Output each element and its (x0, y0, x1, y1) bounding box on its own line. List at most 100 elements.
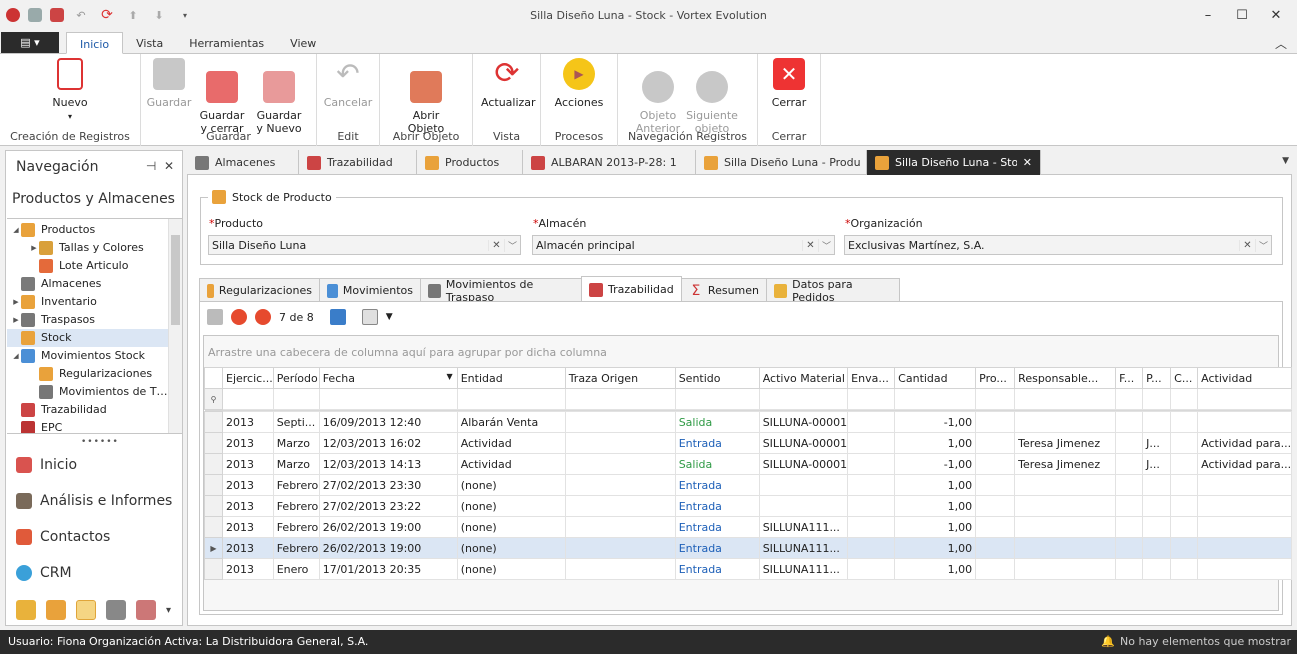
table-cell[interactable] (1014, 537, 1117, 559)
column-header[interactable]: Responsable... (1014, 367, 1117, 389)
table-cell[interactable] (1014, 495, 1117, 517)
table-cell[interactable]: 1,00 (894, 537, 977, 559)
bell-icon[interactable]: 🔔 (1101, 630, 1115, 654)
table-cell[interactable]: SILLUNA111... (758, 516, 849, 538)
column-header[interactable]: Traza Origen (564, 367, 676, 389)
table-cell[interactable]: Teresa Jimenez (1014, 453, 1117, 475)
row-indicator[interactable] (204, 474, 223, 496)
table-cell[interactable] (564, 411, 676, 433)
tree-scrollbar[interactable] (168, 219, 182, 433)
column-header[interactable]: Ejercic... (222, 367, 274, 389)
column-header[interactable]: Cantidad (894, 367, 977, 389)
table-cell[interactable] (1142, 411, 1172, 433)
doc-tab-silla-produ[interactable]: Silla Diseño Luna - Produ (696, 150, 867, 175)
next-record-icon[interactable] (255, 309, 271, 325)
table-cell[interactable]: Teresa Jimenez (1014, 432, 1117, 454)
table-cell[interactable] (564, 432, 676, 454)
table-row[interactable]: 2013 Enero 17/01/2013 20:35 (none) Entrada SI… (204, 558, 1293, 580)
subtab-movimientos[interactable]: Movimientos (319, 278, 421, 302)
table-cell[interactable]: 2013 (222, 411, 274, 433)
table-cell[interactable] (847, 516, 896, 538)
table-cell[interactable]: 12/03/2013 14:13 (318, 453, 458, 475)
table-cell[interactable] (847, 432, 896, 454)
table-cell[interactable] (758, 495, 849, 517)
table-cell[interactable] (1014, 411, 1117, 433)
table-cell[interactable]: Entrada (674, 495, 760, 517)
productos-almacenes-icon[interactable] (76, 600, 96, 620)
table-cell[interactable]: J... (1142, 453, 1172, 475)
column-header[interactable]: F... (1115, 367, 1144, 389)
table-cell[interactable]: 26/02/2013 19:00 (318, 537, 458, 559)
table-cell[interactable]: Marzo (272, 453, 320, 475)
chevron-down-icon[interactable]: ▼ (386, 312, 393, 322)
column-header[interactable]: Período (272, 367, 320, 389)
table-cell[interactable]: (none) (456, 474, 566, 496)
row-indicator[interactable] (204, 432, 223, 454)
table-cell[interactable]: J... (1142, 432, 1172, 454)
objeto-anterior-button[interactable]: Objeto Anterior (632, 58, 684, 135)
group-panel-hint[interactable]: Arrastre una cabecera de columna aquí pa… (208, 346, 607, 359)
table-cell[interactable] (758, 474, 849, 496)
table-cell[interactable] (847, 411, 896, 433)
nuevo-button[interactable]: Nuevo ▾ (44, 58, 96, 123)
collapse-ribbon-icon[interactable]: ︿ (1275, 35, 1287, 52)
table-cell[interactable] (1170, 432, 1199, 454)
tree-item-traspasos[interactable]: ▶ Traspasos (11, 311, 95, 329)
table-cell[interactable] (975, 453, 1016, 475)
table-cell[interactable] (975, 432, 1016, 454)
column-header[interactable]: Pro... (975, 367, 1016, 389)
auto-filter-row[interactable]: ⚲ (204, 388, 1293, 410)
table-cell[interactable] (564, 537, 676, 559)
export-icon[interactable] (329, 309, 346, 325)
table-cell[interactable]: Febrero (272, 495, 320, 517)
table-cell[interactable]: Actividad para... (1197, 432, 1293, 454)
row-indicator[interactable] (204, 495, 223, 517)
table-cell[interactable]: 1,00 (894, 495, 977, 517)
ventas-icon[interactable] (46, 600, 66, 620)
abrir-objeto-button[interactable]: Abrir Objeto (400, 58, 452, 135)
table-cell[interactable] (564, 558, 676, 580)
tab-list-dropdown-icon[interactable]: ▼ (1282, 156, 1289, 166)
table-cell[interactable]: Entrada (674, 474, 760, 496)
tesoreria-icon[interactable] (136, 600, 156, 620)
table-cell[interactable]: Febrero (272, 516, 320, 538)
doc-tab-silla-stock[interactable]: Silla Diseño Luna - Stock✕ (867, 150, 1041, 175)
tree-item-movimientos-stock[interactable]: ◢ Movimientos Stock (11, 347, 145, 365)
nav-pin-close[interactable]: ⊣ ✕ (146, 159, 174, 173)
row-indicator[interactable] (204, 558, 223, 580)
table-cell[interactable] (1115, 432, 1144, 454)
table-cell[interactable]: (none) (456, 537, 566, 559)
tree-item-epc[interactable]: EPC (21, 419, 62, 433)
guardar-y-nuevo-button[interactable]: Guardar y Nuevo (253, 58, 305, 135)
table-cell[interactable]: 16/09/2013 12:40 (318, 411, 458, 433)
search-icon[interactable] (361, 309, 378, 325)
table-cell[interactable]: SILLUNA-00001 (758, 453, 849, 475)
table-cell[interactable] (1014, 558, 1117, 580)
column-header[interactable]: Fecha ▼ (318, 367, 458, 389)
delete-icon[interactable] (207, 309, 223, 325)
table-cell[interactable] (975, 558, 1016, 580)
table-cell[interactable]: Actividad (456, 453, 566, 475)
table-cell[interactable]: 2013 (222, 558, 274, 580)
table-cell[interactable] (1197, 495, 1293, 517)
table-cell[interactable]: Febrero (272, 537, 320, 559)
tree-item-trazabilidad[interactable]: Trazabilidad (21, 401, 107, 419)
tab-herramientas[interactable]: Herramientas (176, 32, 277, 54)
table-cell[interactable] (1142, 495, 1172, 517)
nav-button-contactos[interactable]: Contactos (16, 525, 110, 549)
table-cell[interactable]: Septi... (272, 411, 320, 433)
table-cell[interactable]: (none) (456, 495, 566, 517)
table-cell[interactable] (1197, 474, 1293, 496)
column-header[interactable]: Sentido (674, 367, 760, 389)
table-cell[interactable] (1170, 537, 1199, 559)
subtab-movimientos-traspaso[interactable]: Movimientos de Traspaso (420, 278, 582, 304)
table-cell[interactable]: 1,00 (894, 516, 977, 538)
table-cell[interactable] (847, 537, 896, 559)
table-cell[interactable]: Febrero (272, 474, 320, 496)
table-row[interactable]: 2013 Marzo 12/03/2013 16:02 Actividad Entrad… (204, 432, 1293, 454)
table-cell[interactable]: 2013 (222, 495, 274, 517)
table-cell[interactable]: SILLUNA-00001 (758, 411, 849, 433)
table-cell[interactable] (1197, 558, 1293, 580)
table-cell[interactable] (1170, 516, 1199, 538)
minimize-icon[interactable]: – (1197, 6, 1219, 26)
